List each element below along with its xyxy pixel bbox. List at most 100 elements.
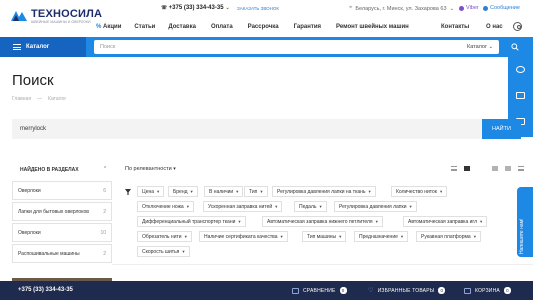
section-item[interactable]: Оверлоки 10 [12, 223, 112, 242]
filter-chip[interactable]: Педаль [294, 201, 327, 212]
filter-chip[interactable]: Количество ниток [391, 186, 448, 197]
filter-chip[interactable]: Скорость шитья [137, 246, 190, 257]
favorites-count-badge: 0 [438, 287, 446, 294]
filter-chip[interactable]: Рукавная платформа [416, 231, 481, 242]
nav-item-sales[interactable]: % Акции [96, 24, 121, 30]
bottom-bar: +375 (33) 334-43-35 СРАВНЕНИЕ 0 ♡ ИЗБРАН… [0, 281, 533, 300]
nav-item-label: Акции [103, 24, 122, 30]
find-button[interactable]: НАЙТИ [482, 119, 521, 139]
section-label: Оверлоки [18, 229, 41, 236]
logo-name: ТЕХНОСИЛА [31, 8, 103, 21]
callback-link[interactable]: ЗАКАЗАТЬ ЗВОНОК [237, 6, 279, 11]
filter-chip[interactable]: Ускоренная заправка нитей [203, 201, 283, 212]
page-title: Поиск [12, 72, 54, 89]
heart-icon: ♡ [368, 288, 374, 294]
breadcrumb-separator: — [37, 96, 43, 102]
filter-chip[interactable]: Отключение ножа [137, 201, 194, 212]
nav-item-repair[interactable]: Ремонт швейных машин [336, 24, 409, 30]
list-view-icon[interactable] [451, 166, 457, 171]
filter-chip[interactable]: В наличии [204, 186, 244, 197]
filter-chip[interactable]: Бренд [168, 186, 198, 197]
bottom-phone[interactable]: +375 (33) 334-43-35 [18, 287, 73, 293]
section-item[interactable]: Лапки для бытовых оверлоков 2 [12, 202, 112, 221]
filter-chip[interactable]: Обрезатель нити [137, 231, 192, 242]
breadcrumb-catalog[interactable]: Каталог [48, 96, 66, 102]
filter-chip[interactable]: Автоматическая заправка игл [403, 216, 488, 227]
section-item[interactable]: Распошивальные машины 2 [12, 244, 112, 263]
compare-label: СРАВНЕНИЕ [303, 287, 336, 294]
filter-chip[interactable]: Наличие сертификата качества [199, 231, 288, 242]
filter-chip[interactable]: Автоматическая заправка нижнего петлител… [262, 216, 383, 227]
messages-link[interactable]: Сообщение [483, 5, 520, 11]
sort-label: По релевантности [125, 166, 172, 172]
section-item[interactable]: Оверлоки 6 [12, 181, 112, 200]
compact-grid-icon[interactable] [505, 166, 511, 171]
nav-item-about[interactable]: О нас [486, 24, 503, 30]
section-count: 2 [103, 250, 106, 257]
search-input[interactable]: Поиск Каталог ⌄ [94, 40, 499, 54]
percent-icon: % [96, 24, 104, 30]
location-pin-icon: ⌖ [349, 5, 353, 11]
search-placeholder: Поиск [100, 44, 116, 50]
breadcrumb: Главная — Каталог [12, 96, 66, 102]
section-label: Оверлоки [18, 187, 41, 194]
search-icon [511, 43, 519, 51]
filter-icon[interactable] [125, 189, 131, 195]
search-query-input[interactable]: merrylock [12, 119, 482, 139]
viber-link[interactable]: Viber [459, 5, 479, 11]
search-scope-label: Каталог [467, 44, 487, 50]
grid-toggle [492, 166, 524, 171]
filter-chip[interactable]: Тип [244, 186, 268, 197]
grid-view-icon[interactable] [492, 166, 498, 171]
search-button[interactable] [508, 40, 522, 54]
filter-chip[interactable]: Регулировка давления лапки на ткань [272, 186, 376, 197]
user-icon[interactable] [513, 22, 522, 31]
favorites-label: ИЗБРАННЫЕ ТОВАРЫ [377, 287, 435, 294]
chevron-up-icon[interactable]: ⌃ [103, 166, 107, 172]
divider [112, 264, 533, 265]
nav-item-installment[interactable]: Рассрочка [248, 24, 279, 30]
chat-icon [483, 5, 488, 11]
phone-number: +375 (33) 334-43-35 [18, 287, 73, 293]
catalog-label: Каталог [26, 44, 50, 50]
table-view-icon[interactable] [464, 166, 470, 171]
section-count: 10 [100, 229, 106, 236]
search-scope-select[interactable]: Каталог ⌄ [467, 44, 493, 50]
favorites-link[interactable]: ♡ ИЗБРАННЫЕ ТОВАРЫ 0 [368, 287, 446, 294]
feedback-label: Напишите нам! [519, 218, 525, 254]
filter-chip[interactable]: Дифференциальный транспортер ткани [137, 216, 246, 227]
cart-count-badge: 0 [503, 287, 511, 294]
section-label: Распошивальные машины [18, 250, 80, 257]
filter-chip[interactable]: Цена [137, 186, 165, 197]
messages-label: Сообщение [490, 5, 520, 11]
nav-item-warranty[interactable]: Гарантия [294, 24, 321, 30]
catalog-button[interactable]: Каталог [0, 37, 86, 57]
chat-icon[interactable] [516, 92, 525, 99]
rows-view-icon[interactable] [518, 166, 524, 171]
filter-chip[interactable]: Тип машины [302, 231, 347, 242]
header-phone-number: +375 (33) 334-43-35 [168, 5, 224, 11]
menu-icon [13, 44, 21, 50]
breadcrumb-home[interactable]: Главная [12, 96, 31, 102]
nav-item-delivery[interactable]: Доставка [168, 24, 196, 30]
cart-icon [464, 287, 471, 294]
sort-select[interactable]: По релевантности ▾ [125, 166, 176, 172]
header-phone[interactable]: ☏ +375 (33) 334-43-35 ⌄ [161, 5, 230, 11]
nav-item-contacts[interactable]: Контакты [441, 24, 469, 30]
phone-icon[interactable] [516, 66, 525, 73]
compare-icon [292, 287, 299, 294]
nav-item-articles[interactable]: Статьи [134, 24, 155, 30]
filter-chip[interactable]: Регулировка давления лапки [334, 201, 417, 212]
compare-link[interactable]: СРАВНЕНИЕ 0 [292, 287, 347, 294]
filter-bar: Цена Бренд В наличии Тип Регулировка дав… [125, 186, 520, 258]
section-label: Лапки для бытовых оверлоков [18, 208, 89, 215]
filter-chip[interactable]: Предназначение [354, 231, 409, 242]
logo[interactable]: ТЕХНОСИЛА ШВЕЙНЫЕ МАШИНЫ И ОВЕРЛОКИ [10, 9, 102, 25]
chevron-down-icon: ⌄ [488, 44, 494, 50]
found-sections-heading[interactable]: НАЙДЕНО В РАЗДЕЛАХ [20, 167, 79, 173]
cart-link[interactable]: КОРЗИНА 0 [464, 287, 511, 294]
found-sections-panel: НАЙДЕНО В РАЗДЕЛАХ ⌃ Оверлоки 6 Лапки дл… [12, 161, 112, 282]
nav-item-payment[interactable]: Оплата [211, 24, 233, 30]
section-count: 2 [103, 208, 106, 215]
viber-icon [459, 5, 464, 11]
